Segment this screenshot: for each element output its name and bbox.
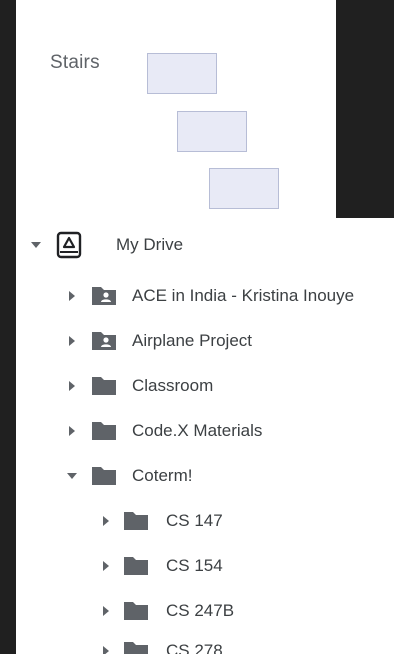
tree-row-ace-in-india[interactable]: ACE in India - Kristina Inouye [16, 279, 394, 313]
caret-right-icon[interactable] [100, 560, 112, 572]
tree-row-cs-147[interactable]: CS 147 [16, 504, 394, 538]
stair-step-1 [147, 53, 217, 94]
tree-label: CS 247B [166, 601, 235, 620]
tree-row-airplane-project[interactable]: Airplane Project [16, 324, 394, 358]
tree-label: Classroom [132, 376, 214, 395]
tree-row-cs-247b[interactable]: CS 247B [16, 594, 394, 628]
tree-label-my-drive: My Drive [116, 235, 184, 254]
folder-icon [122, 510, 150, 532]
tree-label: Coterm! [132, 466, 193, 485]
tree-label: ACE in India - Kristina Inouye [132, 286, 355, 305]
tree-row-classroom[interactable]: Classroom [16, 369, 394, 403]
thumbnail-label: Stairs [50, 52, 100, 73]
tree-label: CS 154 [166, 556, 223, 575]
stairs-thumbnail[interactable]: Stairs [16, 0, 336, 218]
tree-row-my-drive[interactable]: My Drive [16, 228, 394, 262]
stair-step-2 [177, 111, 247, 152]
folder-icon [122, 640, 150, 654]
caret-right-icon[interactable] [66, 290, 78, 302]
tree-label: Code.X Materials [132, 421, 263, 440]
folder-icon [122, 600, 150, 622]
tree-label: Airplane Project [132, 331, 253, 350]
caret-right-icon[interactable] [100, 605, 112, 617]
drive-folder-tree: My Drive ACE in India - Kristina Inouye [16, 218, 394, 654]
left-dark-strip [0, 0, 16, 654]
tree-label: CS 278 [166, 641, 223, 654]
stair-step-3 [209, 168, 279, 209]
tree-row-coterm[interactable]: Coterm! [16, 459, 394, 493]
tree-label: CS 147 [166, 511, 223, 530]
folder-icon [122, 555, 150, 577]
folder-icon [90, 420, 118, 442]
tree-row-code-x-materials[interactable]: Code.X Materials [16, 414, 394, 448]
tree-row-cs-154[interactable]: CS 154 [16, 549, 394, 583]
caret-down-icon[interactable] [66, 470, 78, 482]
folder-icon [90, 465, 118, 487]
screen: Stairs My Drive ACE in India - Kristina … [0, 0, 394, 654]
caret-right-icon[interactable] [100, 645, 112, 654]
drive-icon [56, 231, 82, 259]
caret-right-icon[interactable] [66, 425, 78, 437]
shared-folder-icon [90, 285, 118, 307]
caret-right-icon[interactable] [66, 335, 78, 347]
folder-icon [90, 375, 118, 397]
caret-right-icon[interactable] [66, 380, 78, 392]
caret-right-icon[interactable] [100, 515, 112, 527]
shared-folder-icon [90, 330, 118, 352]
caret-down-icon[interactable] [30, 239, 42, 251]
tree-row-cs-278[interactable]: CS 278 [16, 634, 394, 654]
